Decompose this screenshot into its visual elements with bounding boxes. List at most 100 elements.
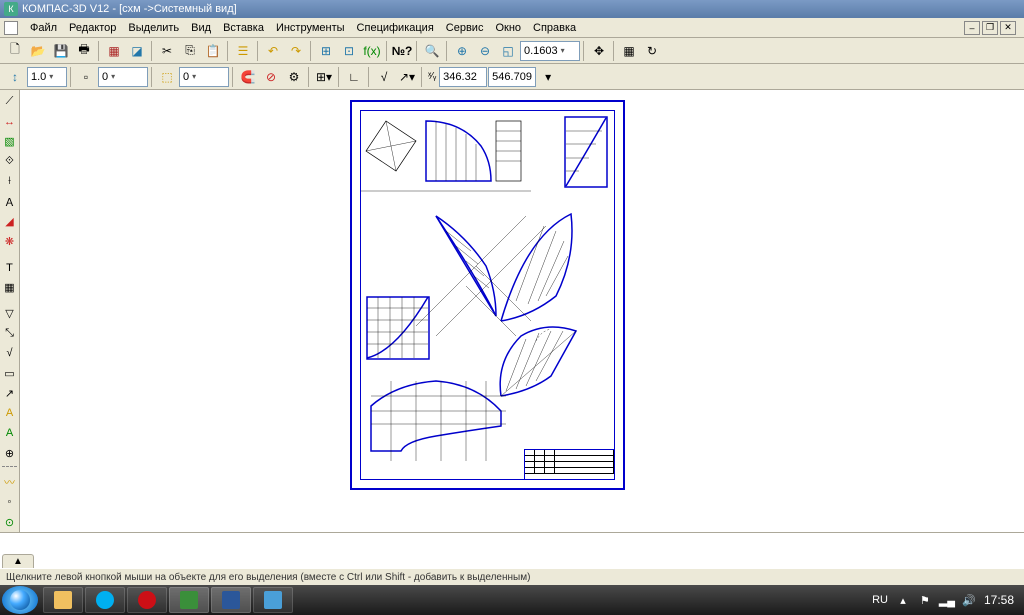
- menu-insert[interactable]: Вставка: [217, 20, 270, 36]
- task-skype[interactable]: [85, 587, 125, 613]
- layer-dropdown[interactable]: 0: [179, 67, 229, 87]
- variables-button[interactable]: f(x): [361, 40, 383, 62]
- properties-button[interactable]: ☰: [232, 40, 254, 62]
- ortho-button[interactable]: ∟: [343, 66, 365, 88]
- tray-show-hidden-icon[interactable]: ▴: [896, 593, 910, 607]
- tray-flag-icon[interactable]: ⚑: [918, 593, 932, 607]
- close-button[interactable]: ✕: [1000, 21, 1016, 35]
- menu-view[interactable]: Вид: [185, 20, 217, 36]
- arrow-tool[interactable]: А: [1, 424, 19, 442]
- library-button[interactable]: ⊡: [338, 40, 360, 62]
- start-button[interactable]: [2, 586, 38, 614]
- manager-button[interactable]: ⊞: [315, 40, 337, 62]
- minimize-button[interactable]: –: [964, 21, 980, 35]
- redo-button[interactable]: ↷: [285, 40, 307, 62]
- orient-button[interactable]: ▦: [618, 40, 640, 62]
- snap-button[interactable]: 🧲: [237, 66, 259, 88]
- new-file-button[interactable]: 🗋: [4, 40, 26, 62]
- paste-button[interactable]: 📋: [202, 40, 224, 62]
- tolerance-tool[interactable]: ▭: [1, 364, 19, 382]
- center-tool[interactable]: ⊕: [1, 444, 19, 462]
- menubar: Файл Редактор Выделить Вид Вставка Инстр…: [0, 18, 1024, 38]
- dimension-tool[interactable]: ↔: [1, 113, 19, 131]
- copy-button[interactable]: ⎘: [179, 40, 201, 62]
- roughness-button[interactable]: √: [373, 66, 395, 88]
- cut-button[interactable]: ✂: [156, 40, 178, 62]
- menu-file[interactable]: Файл: [24, 20, 63, 36]
- menu-instruments[interactable]: Инструменты: [270, 20, 351, 36]
- menu-spec[interactable]: Спецификация: [351, 20, 440, 36]
- parametric-tool[interactable]: ⟊: [1, 173, 19, 191]
- wave-tool[interactable]: 〰: [1, 473, 19, 491]
- line-mark-tool[interactable]: ↗: [1, 384, 19, 402]
- task-word[interactable]: [211, 587, 251, 613]
- bottom-panel: ▲: [0, 532, 1024, 568]
- line-width-dropdown[interactable]: 1.0: [27, 67, 67, 87]
- coord-dropdown-button[interactable]: ▾: [537, 66, 559, 88]
- grid-button[interactable]: ⊞▾: [313, 66, 335, 88]
- leader-tool[interactable]: ⤡: [1, 325, 19, 343]
- select-tool[interactable]: ◢: [1, 213, 19, 231]
- local-cs-button[interactable]: ↗▾: [396, 66, 418, 88]
- preview-button[interactable]: ▦: [103, 40, 125, 62]
- tray-volume-icon[interactable]: 🔊: [962, 593, 976, 607]
- snap-off-button[interactable]: ⊘: [260, 66, 282, 88]
- table-tool[interactable]: ▦: [1, 279, 19, 297]
- drawing-sheet: [350, 100, 625, 490]
- bottom-tab[interactable]: ▲: [2, 554, 34, 568]
- menu-service[interactable]: Сервис: [440, 20, 490, 36]
- undo-button[interactable]: ↶: [262, 40, 284, 62]
- zoom-window-button[interactable]: 🔍: [421, 40, 443, 62]
- text-tool[interactable]: T: [1, 259, 19, 277]
- main-area: ⟋ ↔ ▧ ⟐ ⟊ Ａ ◢ ❋ T ▦ ▽ ⤡ √ ▭ ↗ А А ⊕ 〰 ◦ …: [0, 90, 1024, 532]
- position-tool[interactable]: ⊙: [1, 513, 19, 531]
- layer-button[interactable]: ⬚: [156, 66, 178, 88]
- taskbar: RU ▴ ⚑ ▂▄ 🔊 17:58: [0, 585, 1024, 615]
- statusbar: Щелкните левой кнопкой мыши на объекте д…: [0, 568, 1024, 585]
- canvas[interactable]: [20, 90, 1024, 532]
- task-explorer[interactable]: [43, 587, 83, 613]
- step-dropdown[interactable]: 0: [98, 67, 148, 87]
- menu-window[interactable]: Окно: [489, 20, 527, 36]
- clock[interactable]: 17:58: [984, 593, 1014, 607]
- print-button[interactable]: 🖶: [73, 40, 95, 62]
- zoom-fit-button[interactable]: ◱: [497, 40, 519, 62]
- system-tray: RU ▴ ⚑ ▂▄ 🔊 17:58: [872, 593, 1022, 607]
- coord-y-input[interactable]: [488, 67, 536, 87]
- task-kompas[interactable]: [169, 587, 209, 613]
- help-button[interactable]: №?: [391, 40, 413, 62]
- zoom-dropdown[interactable]: 0.1603: [520, 41, 580, 61]
- roughness-tool[interactable]: √: [1, 344, 19, 362]
- geometry-tool[interactable]: ⟋: [1, 93, 19, 111]
- zoom-in-button[interactable]: ⊕: [451, 40, 473, 62]
- menu-editor[interactable]: Редактор: [63, 20, 122, 36]
- open-button[interactable]: 📂: [27, 40, 49, 62]
- cut-line-tool[interactable]: А: [1, 404, 19, 422]
- part-button[interactable]: ◪: [126, 40, 148, 62]
- restore-button[interactable]: ❐: [982, 21, 998, 35]
- menu-help[interactable]: Справка: [527, 20, 582, 36]
- line-style-button[interactable]: ↕: [4, 66, 26, 88]
- lang-indicator[interactable]: RU: [872, 594, 888, 606]
- zoom-value: 0.1603: [524, 45, 558, 57]
- refresh-button[interactable]: ↻: [641, 40, 663, 62]
- coord-label: ˣ⁄ᵧ: [428, 71, 436, 82]
- toolbar-main: 🗋 📂 💾 🖶 ▦ ◪ ✂ ⎘ 📋 ☰ ↶ ↷ ⊞ ⊡ f(x) №? 🔍 ⊕ …: [0, 38, 1024, 64]
- zoom-out-button[interactable]: ⊖: [474, 40, 496, 62]
- base-tool[interactable]: ▽: [1, 305, 19, 323]
- task-opera[interactable]: [127, 587, 167, 613]
- annotation-tool[interactable]: ▧: [1, 133, 19, 151]
- axis-tool[interactable]: ◦: [1, 493, 19, 511]
- tray-network-icon[interactable]: ▂▄: [940, 593, 954, 607]
- spec-tool[interactable]: ❋: [1, 233, 19, 251]
- measure-tool[interactable]: Ａ: [1, 193, 19, 211]
- pan-button[interactable]: ✥: [588, 40, 610, 62]
- document-icon[interactable]: [4, 21, 18, 35]
- coord-x-input[interactable]: [439, 67, 487, 87]
- snap-config-button[interactable]: ⚙: [283, 66, 305, 88]
- task-other[interactable]: [253, 587, 293, 613]
- save-button[interactable]: 💾: [50, 40, 72, 62]
- menu-select[interactable]: Выделить: [122, 20, 185, 36]
- edit-tool[interactable]: ⟐: [1, 153, 19, 171]
- step-button[interactable]: ▫: [75, 66, 97, 88]
